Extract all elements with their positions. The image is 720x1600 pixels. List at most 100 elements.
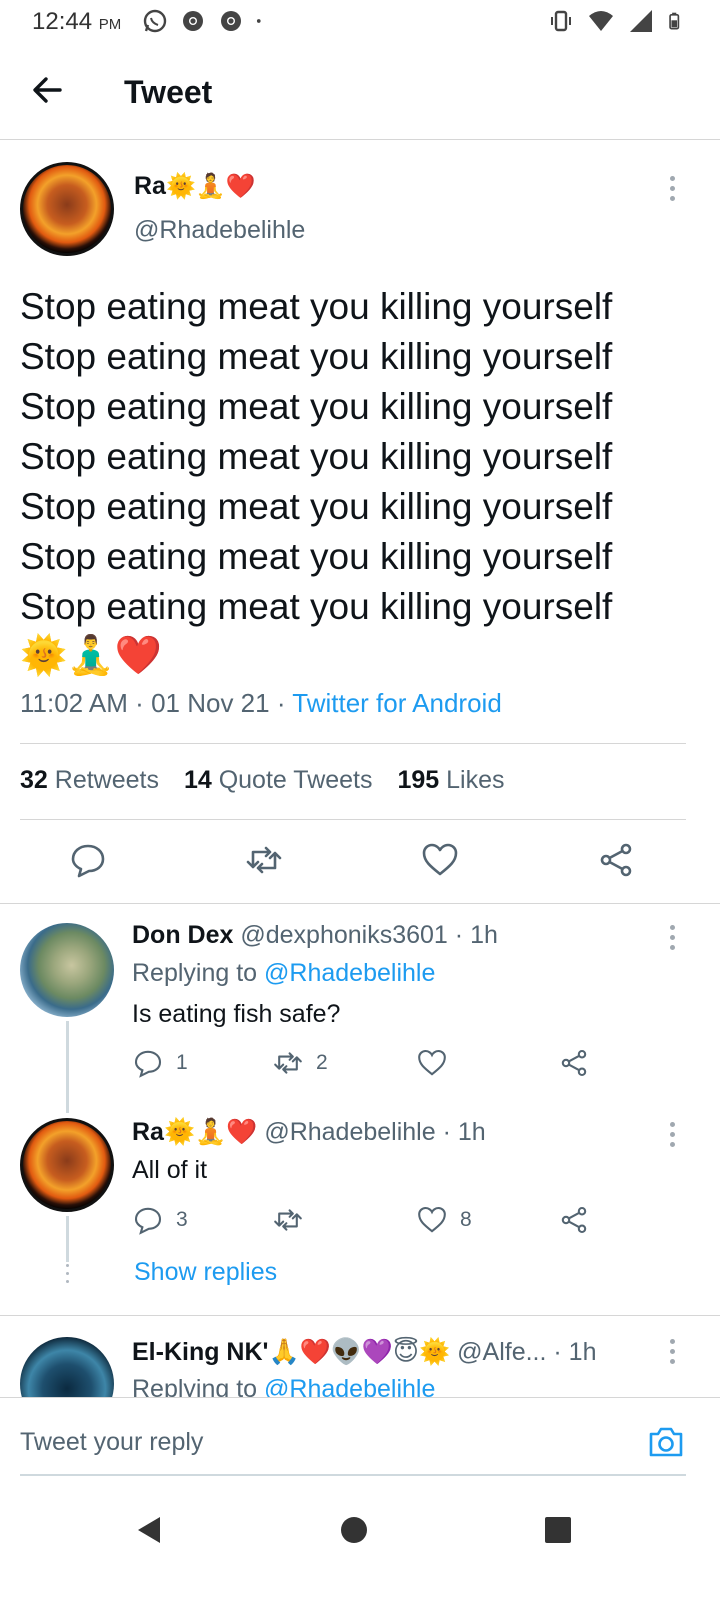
likes-stat[interactable]: 195 Likes xyxy=(397,766,504,794)
reply-input[interactable]: Tweet your reply xyxy=(20,1428,203,1457)
tweet-text-line: Stop eating meat you killing yourself xyxy=(20,286,613,327)
more-options-icon[interactable] xyxy=(668,176,676,206)
tweet-text-line: Stop eating meat you killing yourself xyxy=(20,386,613,427)
input-underline xyxy=(20,1474,686,1476)
retweet-button[interactable] xyxy=(272,1204,304,1236)
dot-icon xyxy=(256,19,261,23)
reply-icon xyxy=(134,1207,162,1235)
reply-icon xyxy=(134,1050,162,1078)
retweet-count: 2 xyxy=(316,1051,328,1074)
like-icon[interactable] xyxy=(420,840,460,880)
tweet-text-line: Stop eating meat you killing yourself xyxy=(20,336,613,377)
reply-button[interactable]: 1 xyxy=(132,1047,188,1079)
author-name-text: Ra xyxy=(134,172,166,200)
author-name[interactable]: Ra🌞🧘❤️ xyxy=(134,172,256,201)
tweet-meta: 11:02 AM · 01 Nov 21 · Twitter for Andro… xyxy=(20,688,502,718)
author-handle[interactable]: @dexphoniks3601 xyxy=(240,921,447,949)
clock: 12:44 xyxy=(32,8,93,35)
nav-recents-icon[interactable] xyxy=(538,1510,578,1550)
like-count: 8 xyxy=(460,1208,472,1231)
tweet-text-line: Stop eating meat you killing yourself xyxy=(20,486,613,527)
author-handle[interactable]: @Alfe... xyxy=(457,1338,546,1366)
avatar[interactable] xyxy=(20,1337,114,1397)
reply-actions: 3 8 xyxy=(132,1204,612,1240)
author-name[interactable]: El-King NK' xyxy=(132,1338,269,1366)
reply-icon[interactable] xyxy=(68,840,108,880)
tweet-emoji-line: 🌞🧘‍♂️❤️ xyxy=(20,635,162,677)
reply-header: El-King NK'🙏❤️👽💜😇🌞 @Alfe... · 1h xyxy=(132,1337,597,1367)
reply-actions: 1 2 xyxy=(132,1047,612,1083)
status-bar: 12:44 PM xyxy=(0,0,720,44)
reply-composer: Tweet your reply xyxy=(0,1397,720,1479)
status-time: 12:44 PM xyxy=(32,8,121,36)
avatar[interactable] xyxy=(20,923,114,1017)
tweet-actions xyxy=(0,840,720,890)
replying-to: Replying to @Rhadebelihle xyxy=(132,959,436,987)
author-name-emoji: 🙏❤️👽💜😇🌞 xyxy=(268,1338,451,1366)
quote-tweets-stat[interactable]: 14 Quote Tweets xyxy=(184,766,373,794)
author-handle[interactable]: @Rhadebelihle xyxy=(264,1118,435,1146)
reply-text: All of it xyxy=(132,1156,208,1184)
more-options-icon[interactable] xyxy=(668,925,676,955)
share-icon xyxy=(561,1206,587,1234)
reply-tweet[interactable]: El-King NK'🙏❤️👽💜😇🌞 @Alfe... · 1h Replyin… xyxy=(0,1315,720,1397)
like-button[interactable]: 8 xyxy=(416,1204,472,1236)
system-icons xyxy=(548,8,686,34)
reply-text: Is eating fish safe? xyxy=(132,1000,341,1028)
share-icon xyxy=(561,1049,587,1077)
vibrate-icon xyxy=(551,10,571,32)
thread-line xyxy=(66,1216,69,1262)
more-options-icon[interactable] xyxy=(668,1122,676,1152)
replying-to: Replying to @Rhadebelihle xyxy=(132,1375,435,1397)
chrome-icon xyxy=(221,11,241,31)
like-icon xyxy=(418,1049,446,1076)
tweet-stats: 32 Retweets 14 Quote Tweets 195 Likes xyxy=(20,766,523,795)
author-name[interactable]: Don Dex xyxy=(132,921,233,949)
notification-icons xyxy=(142,8,268,34)
reply-button[interactable]: 3 xyxy=(132,1204,188,1236)
avatar[interactable] xyxy=(20,162,114,256)
divider xyxy=(20,819,686,820)
replying-to-link[interactable]: @Rhadebelihle xyxy=(264,1375,435,1397)
whatsapp-icon xyxy=(143,9,167,33)
retweets-stat[interactable]: 32 Retweets xyxy=(20,766,159,794)
author-name[interactable]: Ra xyxy=(132,1118,164,1146)
avatar[interactable] xyxy=(20,1118,114,1212)
chrome-icon xyxy=(183,11,203,31)
tweet-text: Stop eating meat you killing yourself St… xyxy=(20,282,710,632)
divider xyxy=(20,743,686,744)
system-nav-bar xyxy=(0,1480,720,1600)
back-arrow-icon[interactable] xyxy=(28,70,68,110)
tweet-text-line: Stop eating meat you killing yourself xyxy=(20,586,613,627)
share-button[interactable] xyxy=(558,1204,590,1236)
nav-home-icon[interactable] xyxy=(334,1510,374,1550)
clock-ampm: PM xyxy=(98,16,122,33)
show-replies-link[interactable]: Show replies xyxy=(134,1258,277,1287)
like-icon xyxy=(418,1206,446,1233)
reply-time: · 1h xyxy=(553,1338,597,1366)
wifi-icon xyxy=(589,11,613,31)
reply-time: · 1h xyxy=(442,1118,486,1146)
share-button[interactable] xyxy=(558,1047,590,1079)
more-options-icon[interactable] xyxy=(668,1339,676,1369)
thread-line xyxy=(66,1021,69,1113)
author-handle[interactable]: @Rhadebelihle xyxy=(134,216,305,245)
retweet-icon xyxy=(274,1052,302,1074)
like-button[interactable] xyxy=(416,1047,448,1079)
reply-count: 3 xyxy=(176,1208,188,1231)
camera-icon[interactable] xyxy=(646,1422,686,1462)
retweet-icon[interactable] xyxy=(244,840,284,880)
thread-dots xyxy=(64,1264,70,1288)
tweet-text-line: Stop eating meat you killing yourself xyxy=(20,536,613,577)
tweet-time: 11:02 AM xyxy=(20,688,128,718)
retweet-button[interactable]: 2 xyxy=(272,1047,328,1079)
tweet-source-link[interactable]: Twitter for Android xyxy=(292,688,502,718)
nav-back-icon[interactable] xyxy=(130,1510,170,1550)
page-title: Tweet xyxy=(124,74,213,110)
retweet-icon xyxy=(274,1209,302,1231)
share-icon[interactable] xyxy=(596,840,636,880)
reply-time: · 1h xyxy=(454,921,498,949)
replying-to-link[interactable]: @Rhadebelihle xyxy=(264,959,435,987)
separator xyxy=(0,903,720,904)
reply-header: Ra🌞🧘❤️ @Rhadebelihle · 1h xyxy=(132,1118,486,1147)
